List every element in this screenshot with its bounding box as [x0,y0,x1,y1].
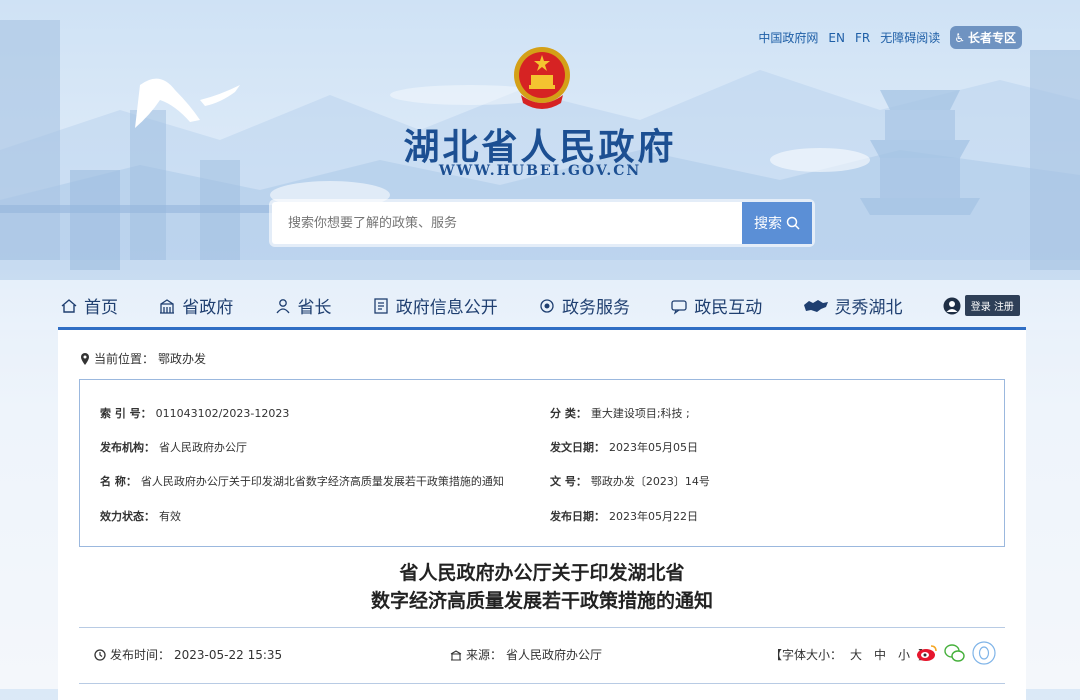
info-name: 名 称： 省人民政府办公厅关于印发湖北省数字经济高质量发展若干政策措施的通知 [100,473,504,489]
nav-province-gov[interactable]: 省政府 [158,293,233,318]
info-doc-no: 文 号： 鄂政办发〔2023〕14号 [550,473,710,489]
article-title-line1: 省人民政府办公厅关于印发湖北省 [399,562,685,584]
login-label: 登录 [970,302,991,313]
wechat-icon[interactable] [944,643,966,663]
nav-interaction[interactable]: 政民互动 [670,293,762,318]
service-icon [540,298,554,313]
info-category: 分 类： 重大建设项目;科技 ; [550,405,690,421]
building-icon [160,298,175,314]
status-label: 效力状态： [100,510,155,523]
login-area: 登录 注册 [943,295,1020,316]
hubei-map-icon [803,299,828,312]
link-en[interactable]: EN [828,31,845,45]
share-buttons [916,641,996,665]
article-source: 来源： 省人民政府办公厅 [450,646,602,663]
national-emblem-icon [514,47,570,109]
elder-icon: ♿ [954,30,965,45]
doc-no-value: 鄂政办发〔2023〕14号 [590,475,710,488]
source-value: 省人民政府办公厅 [506,648,603,662]
category-value: 重大建设项目;科技 ; [590,407,690,420]
nav-hubei[interactable]: 灵秀湖北 [803,293,903,318]
nav-hubei-label: 灵秀湖北 [834,298,903,318]
location-pin-icon [81,352,89,365]
divider-bottom [79,683,1005,684]
nav-gov-service[interactable]: 政务服务 [538,293,630,318]
weibo-icon[interactable] [916,643,938,663]
nav-governor-label: 省长 [297,298,332,318]
article-title: 省人民政府办公厅关于印发湖北省 数字经济高质量发展若干政策措施的通知 [58,559,1026,615]
info-issue-date: 发文日期： 2023年05月05日 [550,439,698,455]
name-label: 名 称： [100,475,137,488]
publish-date-label: 发布日期： [550,510,605,523]
nav-home[interactable]: 首页 [60,293,118,318]
source-icon [450,649,462,661]
nav-home-label: 首页 [84,298,118,318]
breadcrumb-link[interactable]: 鄂政办发 [158,350,206,367]
name-value: 省人民政府办公厅关于印发湖北省数字经济高质量发展若干政策措施的通知 [140,475,504,488]
info-publish-date: 发布日期： 2023年05月22日 [550,508,698,524]
breadcrumb: 当前位置： 鄂政办发 [80,350,206,367]
nav-info-disclosure-label: 政府信息公开 [395,298,498,318]
publish-time-label: 发布时间： [110,648,171,662]
search-input[interactable] [272,202,742,244]
search-button[interactable]: 搜索 [742,202,812,244]
link-accessibility[interactable]: 无障碍阅读 [880,29,940,46]
link-gov-cn[interactable]: 中国政府网 [758,29,818,46]
divider-top [79,627,1005,628]
font-size-label: 【字体大小： [770,648,843,662]
search-bar: 搜索 [272,202,812,244]
person-icon [275,298,290,313]
main-nav: 首页 省政府 省长 政府信息公开 政务服务 政民互动 灵秀湖北 登录 注册 [60,293,1020,318]
publish-date-value: 2023年05月22日 [609,510,698,523]
category-label: 分 类： [550,407,587,420]
chat-icon [671,299,687,315]
info-index: 索 引 号： 011043102/2023-12023 [100,405,289,421]
source-label: 来源： [466,648,503,662]
main-content: 当前位置： 鄂政办发 索 引 号： 011043102/2023-12023 分 … [58,327,1026,700]
elder-zone-button[interactable]: ♿ 长者专区 [950,26,1022,49]
nav-interaction-label: 政民互动 [694,298,763,318]
home-icon [61,298,77,313]
status-value: 有效 [159,510,181,523]
publisher-value: 省人民政府办公厅 [159,441,247,454]
login-register-button[interactable]: 登录 注册 [964,295,1020,316]
index-value: 011043102/2023-12023 [155,407,290,420]
nav-info-disclosure[interactable]: 政府信息公开 [372,293,498,318]
info-publisher: 发布机构： 省人民政府办公厅 [100,439,247,455]
font-large-button[interactable]: 大 [850,646,862,663]
issue-date-value: 2023年05月05日 [609,441,698,454]
document-icon [374,297,388,314]
top-links: 中国政府网 EN FR 无障碍阅读 ♿ 长者专区 [758,26,1022,49]
nav-province-gov-label: 省政府 [182,298,234,318]
font-small-button[interactable]: 小 [898,646,910,663]
search-icon [786,216,800,230]
user-avatar-icon [943,297,961,314]
font-size-control: 【字体大小： 大 中 小 】 [770,646,930,663]
issue-date-label: 发文日期： [550,441,605,454]
qq-icon[interactable] [972,641,996,665]
index-label: 索 引 号： [100,407,152,420]
info-status: 效力状态： 有效 [100,508,181,524]
site-url: WWW.HUBEI.GOV.CN [438,163,642,179]
elder-zone-label: 长者专区 [967,31,1016,45]
publish-time: 发布时间： 2023-05-22 15:35 [94,646,282,663]
search-button-label: 搜索 [754,216,782,232]
link-fr[interactable]: FR [855,31,870,45]
document-info-box: 索 引 号： 011043102/2023-12023 分 类： 重大建设项目;科技… [79,379,1005,547]
publisher-label: 发布机构： [100,441,155,454]
doc-no-label: 文 号： [550,475,587,488]
publish-time-value: 2023-05-22 15:35 [174,647,283,662]
clock-icon [94,648,106,661]
font-medium-button[interactable]: 中 [874,646,886,663]
register-label: 注册 [993,302,1014,313]
article-title-line2: 数字经济高质量发展若干政策措施的通知 [370,590,713,612]
header-banner: 中国政府网 EN FR 无障碍阅读 ♿ 长者专区 湖北省人民政府 WWW.HUB… [0,0,1080,330]
breadcrumb-label: 当前位置： [94,352,155,366]
nav-governor[interactable]: 省长 [274,293,332,318]
nav-gov-service-label: 政务服务 [562,298,630,318]
